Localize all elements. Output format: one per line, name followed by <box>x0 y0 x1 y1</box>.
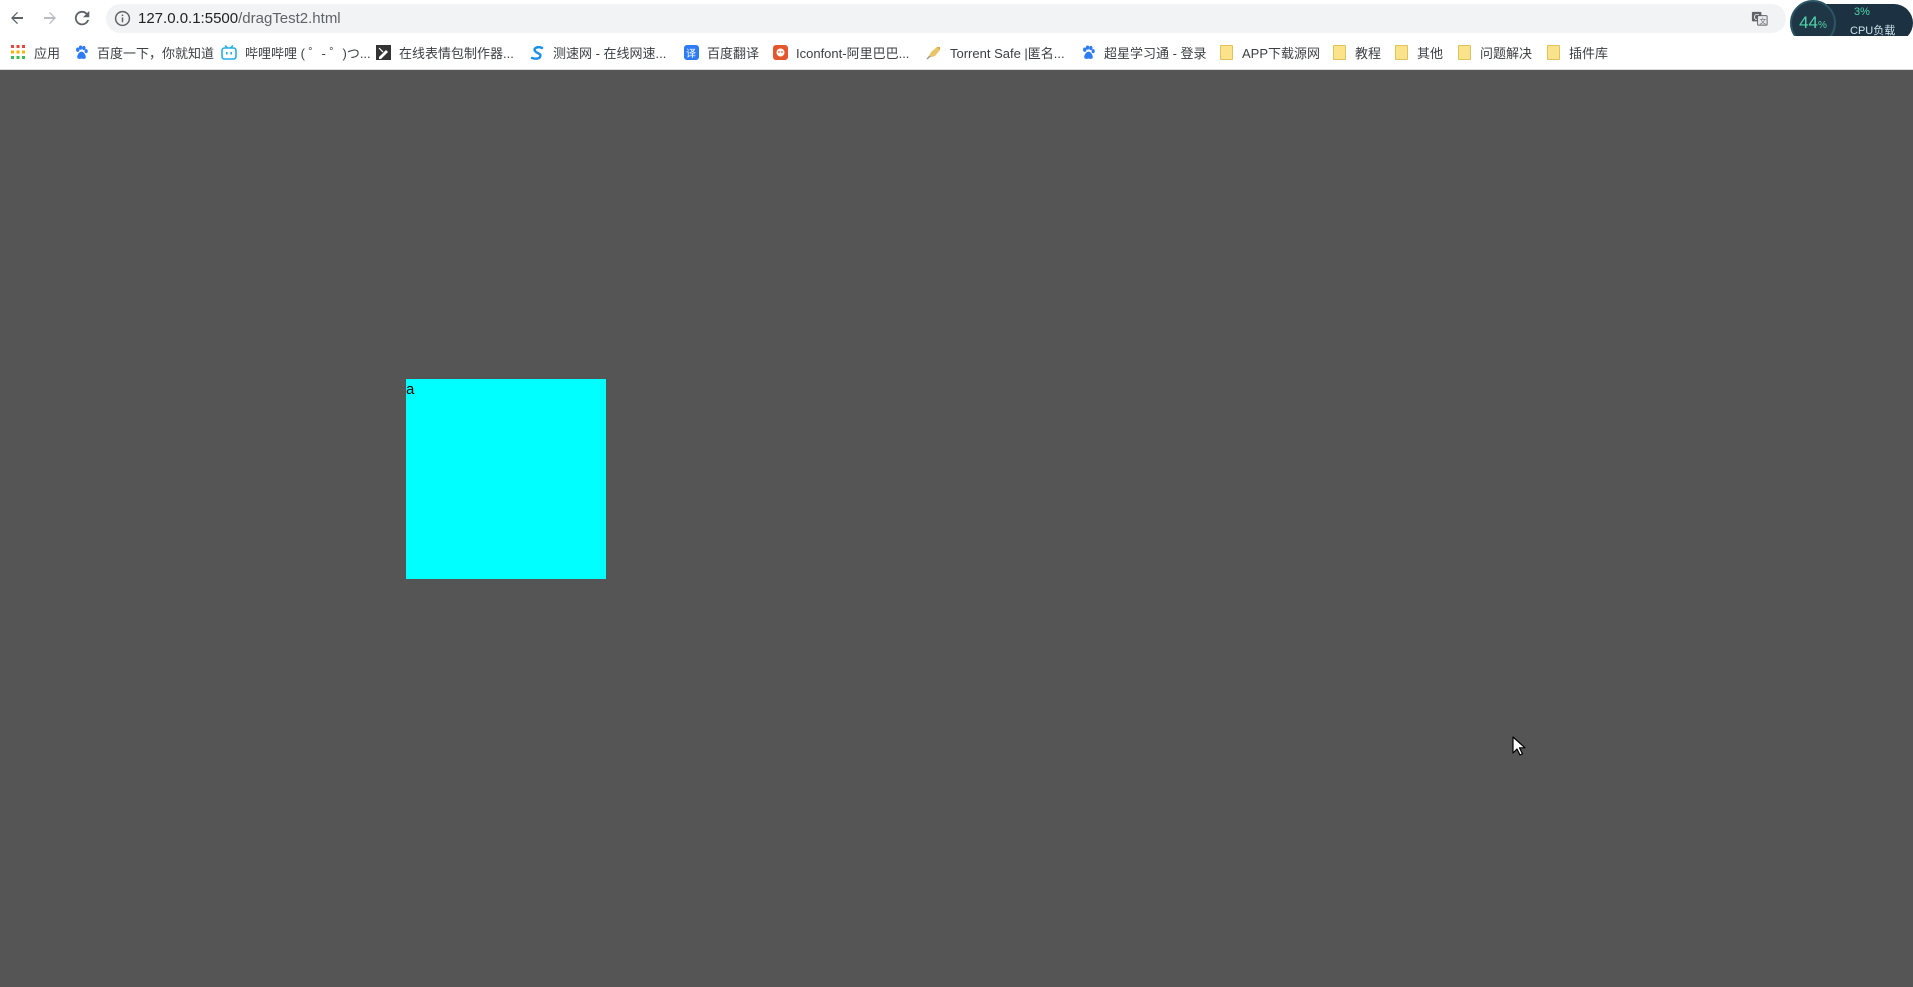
baidu-paw-icon <box>73 44 89 60</box>
back-arrow-icon <box>11 12 23 24</box>
bookmark-label: 插件库 <box>1569 45 1609 61</box>
svg-text:文: 文 <box>1760 16 1767 25</box>
bookmarks-bar: 应用 百度一下，你就知道 哔哩哔哩 ( ゜- ゜)つ... 在线表情包制作器..… <box>0 36 1913 70</box>
address-bar[interactable]: 127.0.0.1:5500/dragTest2.html G 文 <box>106 4 1786 33</box>
forward-arrow-icon <box>44 12 56 24</box>
url-text[interactable]: 127.0.0.1:5500/dragTest2.html <box>138 10 341 27</box>
url-path: /dragTest2.html <box>238 10 341 27</box>
bookmark-label: APP下载源网 <box>1242 45 1321 61</box>
bookmark-label: 其他 <box>1417 45 1444 61</box>
forward-button[interactable] <box>38 6 62 30</box>
url-host: 127.0.0.1:5500 <box>138 10 239 27</box>
bookmark-folder-app-download[interactable]: APP下载源网 <box>1218 42 1320 62</box>
info-icon[interactable] <box>114 10 131 27</box>
pencil-tile-icon <box>375 44 391 60</box>
bookmark-label: 在线表情包制作器... <box>399 45 514 61</box>
bookmark-iconfont[interactable]: Iconfont-阿里巴巴... <box>772 42 909 62</box>
cpu-secondary-value: 3% <box>1854 6 1870 18</box>
bookmark-chaoxing[interactable]: 超星学习通 - 登录 <box>1080 42 1207 62</box>
back-button[interactable] <box>5 6 29 30</box>
draggable-box-label: a <box>406 381 415 398</box>
bookmark-label: 测速网 - 在线网速... <box>553 45 667 61</box>
apps-grid-icon <box>10 44 26 60</box>
bookmark-folder-tutorials[interactable]: 教程 <box>1331 42 1381 62</box>
bookmark-apps[interactable]: 应用 <box>10 42 60 62</box>
bookmark-bilibili[interactable]: 哔哩哔哩 ( ゜- ゜)つ... <box>221 42 371 62</box>
draggable-box[interactable]: a <box>406 379 606 579</box>
bookmark-label: 应用 <box>34 45 61 61</box>
bookmark-label: Torrent Safe |匿名... <box>950 45 1065 61</box>
bilibili-tv-icon <box>221 44 237 60</box>
folder-icon <box>1393 44 1409 60</box>
folder-icon <box>1331 44 1347 60</box>
bookmark-speedtest[interactable]: 测速网 - 在线网速... <box>529 42 666 62</box>
bookmark-label: 问题解决 <box>1480 45 1533 61</box>
s-swoosh-icon <box>529 44 545 60</box>
bookmark-label: Iconfont-阿里巴巴... <box>796 45 910 61</box>
bookmark-torrent-safe[interactable]: Torrent Safe |匿名... <box>926 42 1065 62</box>
mouse-cursor-icon <box>1512 736 1526 756</box>
bookmark-label: 教程 <box>1355 45 1382 61</box>
baidu-paw-icon <box>1080 44 1096 60</box>
bookmark-label: 超星学习通 - 登录 <box>1104 45 1207 61</box>
folder-icon <box>1218 44 1234 60</box>
bookmark-meme-maker[interactable]: 在线表情包制作器... <box>375 42 514 62</box>
bookmark-folder-plugins[interactable]: 插件库 <box>1545 42 1608 62</box>
reload-icon <box>74 10 90 26</box>
cpu-usage-unit: % <box>1818 19 1827 31</box>
folder-icon <box>1545 44 1561 60</box>
page-viewport: a <box>0 70 1913 987</box>
translate-page-icon[interactable]: G 文 <box>1750 9 1769 28</box>
cpu-usage-value: 44 <box>1799 13 1818 32</box>
bookmark-label: 哔哩哔哩 ( ゜- ゜)つ... <box>245 45 371 61</box>
folder-icon <box>1456 44 1472 60</box>
browser-toolbar: 127.0.0.1:5500/dragTest2.html G 文 44% 3%… <box>0 0 1913 46</box>
bookmark-baidu[interactable]: 百度一下，你就知道 <box>73 42 214 62</box>
bookmark-folder-other[interactable]: 其他 <box>1393 42 1443 62</box>
svg-text:译: 译 <box>686 48 696 60</box>
iconfont-icon <box>772 44 788 60</box>
bookmark-label: 百度翻译 <box>707 45 760 61</box>
rocket-icon <box>926 44 942 60</box>
translate-icon: 译 <box>683 44 699 60</box>
bookmark-folder-troubleshooting[interactable]: 问题解决 <box>1456 42 1532 62</box>
reload-button[interactable] <box>70 6 94 30</box>
bookmark-baidu-translate[interactable]: 译 百度翻译 <box>683 42 759 62</box>
bookmark-label: 百度一下，你就知道 <box>97 45 215 61</box>
